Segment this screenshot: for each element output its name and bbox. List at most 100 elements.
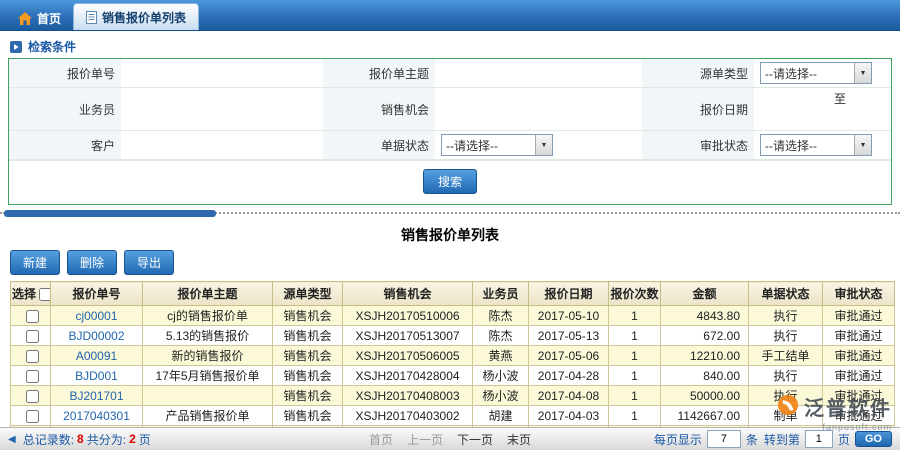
column-header-date: 报价日期 <box>529 282 609 306</box>
next-page-link[interactable]: 下一页 <box>457 431 493 448</box>
select-cell <box>11 386 51 406</box>
chevron-down-icon[interactable]: ▼ <box>535 135 552 155</box>
goto-page-input[interactable] <box>805 430 833 448</box>
table-row: BJD00117年5月销售报价单销售机会XSJH20170428004杨小波20… <box>11 366 895 386</box>
chevron-down-icon[interactable]: ▼ <box>854 63 871 83</box>
select-cell <box>11 306 51 326</box>
collapse-icon[interactable]: ◀ <box>8 434 16 445</box>
search-form-box: 报价单号 报价单主题 源单类型 --请选择-- ▼ 业务员 销售机会 报价日期 <box>8 58 892 205</box>
splitter-thumb[interactable] <box>4 210 216 217</box>
goto-page-unit: 页 <box>838 431 850 448</box>
select-all-checkbox[interactable] <box>39 288 50 301</box>
row-checkbox[interactable] <box>26 350 39 363</box>
last-page-link[interactable]: 末页 <box>507 431 531 448</box>
column-header-doc_status: 单据状态 <box>749 282 823 306</box>
delete-button[interactable]: 删除 <box>67 250 117 275</box>
id-cell: 2017040301 <box>51 406 143 426</box>
doc_status-cell: 手工结单 <box>749 346 823 366</box>
tab-bar: 首页 销售报价单列表 <box>0 0 900 31</box>
go-button[interactable]: GO <box>855 431 892 447</box>
column-header-subject: 报价单主题 <box>143 282 273 306</box>
tab-home[interactable]: 首页 <box>6 6 73 30</box>
salesperson-cell: 杨小波 <box>473 366 529 386</box>
source-cell: 销售机会 <box>273 306 343 326</box>
approval-cell: 审批通过 <box>823 326 895 346</box>
pages-value: 2 <box>129 432 136 446</box>
prev-page-link[interactable]: 上一页 <box>407 431 443 448</box>
column-header-amount: 金额 <box>661 282 749 306</box>
source-type-select[interactable]: --请选择-- ▼ <box>760 62 872 84</box>
column-header-approval: 审批状态 <box>823 282 895 306</box>
page-navigation: 首页 上一页 下一页 末页 <box>369 431 531 448</box>
chevron-down-icon[interactable]: ▼ <box>854 135 871 155</box>
count-cell: 1 <box>609 326 661 346</box>
subject-cell: 新的销售报价 <box>143 346 273 366</box>
per-page-input[interactable] <box>707 430 741 448</box>
row-checkbox[interactable] <box>26 410 39 423</box>
id-cell: cj00001 <box>51 306 143 326</box>
date-to-input[interactable] <box>760 109 830 129</box>
amount-cell: 50000.00 <box>661 386 749 406</box>
quotation-link[interactable]: BJD00002 <box>68 329 124 343</box>
new-button[interactable]: 新建 <box>10 250 60 275</box>
amount-cell: 1142667.00 <box>661 406 749 426</box>
row-checkbox[interactable] <box>26 370 39 383</box>
source-cell: 销售机会 <box>273 406 343 426</box>
amount-cell: 840.00 <box>661 366 749 386</box>
export-button[interactable]: 导出 <box>124 250 174 275</box>
first-page-link[interactable]: 首页 <box>369 431 393 448</box>
table-row: BJ201701销售机会XSJH20170408003杨小波2017-04-08… <box>11 386 895 406</box>
customer-input[interactable] <box>127 135 313 155</box>
select-value: --请选择-- <box>761 65 854 82</box>
quotation-table: 选择报价单号报价单主题源单类型销售机会业务员报价日期报价次数金额单据状态审批状态… <box>10 281 890 446</box>
table-header-row: 选择报价单号报价单主题源单类型销售机会业务员报价日期报价次数金额单据状态审批状态 <box>11 282 895 306</box>
quote-no-input[interactable] <box>127 63 313 83</box>
date-from-input[interactable] <box>760 89 830 109</box>
doc-status-select[interactable]: --请选择-- ▼ <box>441 134 553 156</box>
doc_status-cell: 执行 <box>749 386 823 406</box>
quotation-link[interactable]: BJ201701 <box>69 389 123 403</box>
id-cell: A00091 <box>51 346 143 366</box>
date-cell: 2017-05-06 <box>529 346 609 366</box>
salesperson-input[interactable] <box>127 99 313 119</box>
quotation-link[interactable]: 2017040301 <box>63 409 130 423</box>
search-panel: 检索条件 报价单号 报价单主题 源单类型 --请选择-- ▼ 业务员 销售 <box>8 34 892 205</box>
tab-quotation-list[interactable]: 销售报价单列表 <box>73 3 199 30</box>
page-title: 销售报价单列表 <box>0 225 900 245</box>
quotation-link[interactable]: A00091 <box>76 349 117 363</box>
doc_status-cell: 制单 <box>749 406 823 426</box>
select-cell <box>11 326 51 346</box>
expand-arrow-icon <box>10 41 22 53</box>
opportunity-cell: XSJH20170428004 <box>343 366 473 386</box>
subject-cell: cj的销售报价单 <box>143 306 273 326</box>
per-page-unit: 条 <box>746 431 758 448</box>
select-cell <box>11 346 51 366</box>
subject-input[interactable] <box>441 63 632 83</box>
search-criteria-header[interactable]: 检索条件 <box>8 34 892 58</box>
per-page-label: 每页显示 <box>654 431 702 448</box>
quotation-link[interactable]: cj00001 <box>75 309 117 323</box>
doc-status-label: 单据状态 <box>323 131 435 160</box>
salesperson-cell: 黄燕 <box>473 346 529 366</box>
row-checkbox[interactable] <box>26 390 39 403</box>
home-icon <box>18 12 32 25</box>
row-checkbox[interactable] <box>26 330 39 343</box>
total-records-label: 总记录数: <box>23 431 74 448</box>
approval-cell: 审批通过 <box>823 386 895 406</box>
approval-cell: 审批通过 <box>823 306 895 326</box>
opportunity-input[interactable] <box>441 99 632 119</box>
quotation-link[interactable]: BJD001 <box>75 369 118 383</box>
row-checkbox[interactable] <box>26 310 39 323</box>
search-button[interactable]: 搜索 <box>423 169 477 194</box>
approval-status-select[interactable]: --请选择-- ▼ <box>760 134 872 156</box>
subject-cell: 17年5月销售报价单 <box>143 366 273 386</box>
search-criteria-label: 检索条件 <box>28 38 76 55</box>
count-cell: 1 <box>609 386 661 406</box>
opportunity-cell: XSJH20170403002 <box>343 406 473 426</box>
doc_status-cell: 执行 <box>749 326 823 346</box>
count-cell: 1 <box>609 306 661 326</box>
quote-date-label: 报价日期 <box>642 88 754 131</box>
customer-label: 客户 <box>9 131 121 160</box>
select-value: --请选择-- <box>442 137 535 154</box>
id-cell: BJD001 <box>51 366 143 386</box>
